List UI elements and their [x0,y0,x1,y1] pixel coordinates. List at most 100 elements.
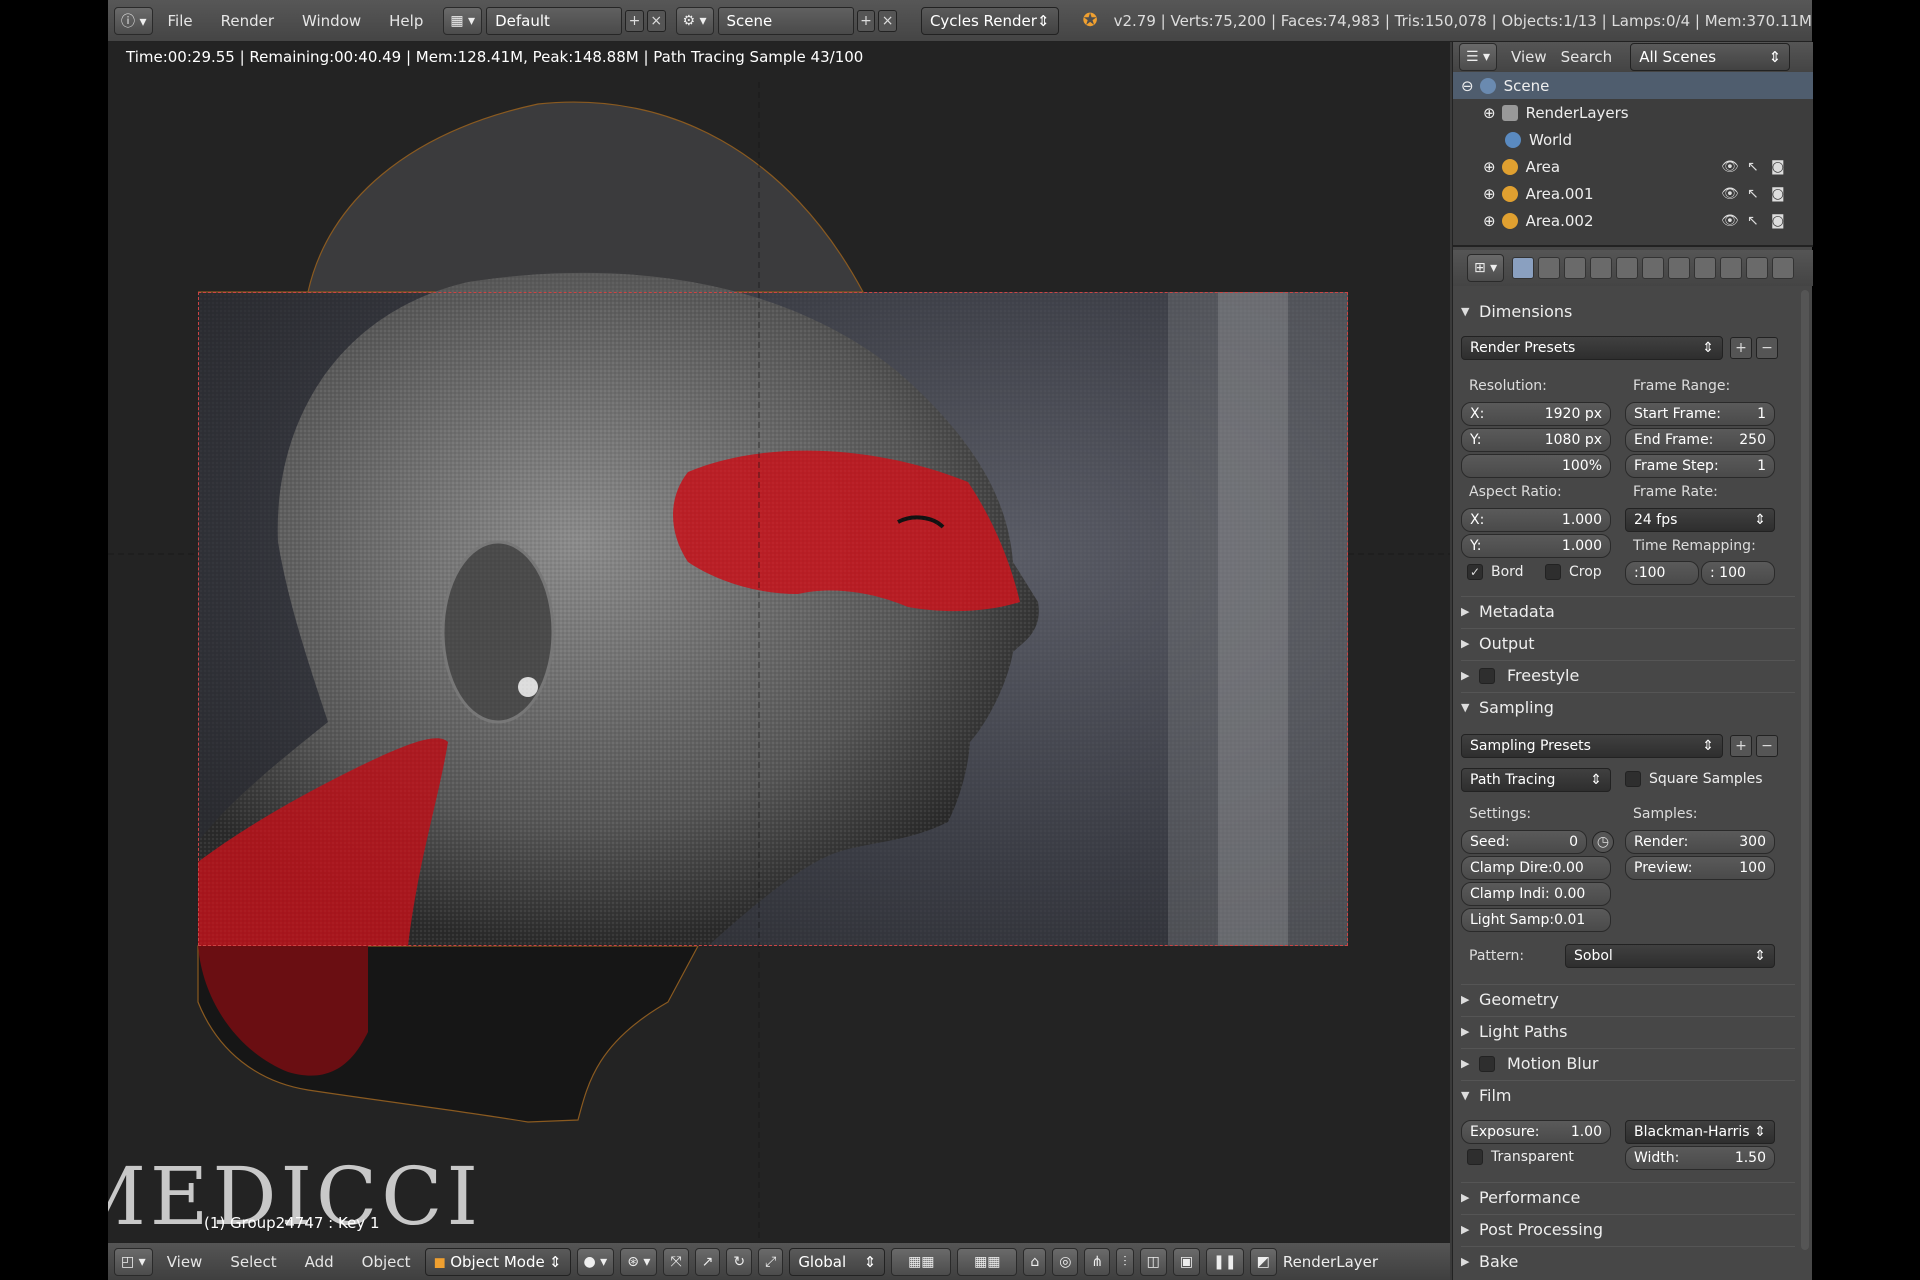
render-layers-tab-icon[interactable] [1538,257,1561,279]
panel-sampling-header[interactable]: ▼ Sampling [1461,692,1795,722]
aspect-x-field[interactable]: X: 1.000 [1461,508,1611,532]
editor-type-properties-icon[interactable]: ⊞ ▾ [1467,254,1505,282]
render-samples-field[interactable]: Render: 300 [1625,830,1775,854]
pixel-filter-select[interactable]: Blackman-Harris ⇕ [1625,1120,1775,1144]
remove-scene-icon[interactable]: × [878,9,897,32]
renderlayer-icon[interactable]: ◩ [1249,1247,1277,1276]
material-tab-icon[interactable] [1720,257,1743,279]
render-tab-icon[interactable] [1512,257,1535,279]
viewport-shading-icon[interactable]: ● ▾ [576,1247,615,1276]
translate-icon[interactable]: ↗ [694,1247,721,1276]
panel-motion-blur-header[interactable]: ▶ Motion Blur [1461,1048,1795,1078]
manipulator-icon[interactable]: ⤧ [663,1247,689,1276]
panel-geometry-header[interactable]: ▶ Geometry [1461,984,1795,1014]
renderlayer-label[interactable]: RenderLayer [1283,1253,1378,1271]
3d-viewport[interactable]: Time:00:29.55 | Remaining:00:40.49 | Mem… [108,42,1450,1242]
outliner-view-menu[interactable]: View [1511,48,1547,66]
light-sampling-threshold-field[interactable]: Light Samp:0.01 [1461,908,1611,932]
preview-samples-field[interactable]: Preview: 100 [1625,856,1775,880]
snap-element-icon[interactable]: ⫶ [1116,1247,1134,1276]
remove-preset-icon[interactable]: − [1756,337,1778,359]
panel-bake-header[interactable]: ▶ Bake [1461,1246,1795,1276]
menu-select[interactable]: Select [230,1253,276,1271]
editor-type-info-icon[interactable]: ⓘ ▾ [114,6,154,35]
resolution-x-field[interactable]: X: 1920 px [1461,402,1611,426]
data-tab-icon[interactable] [1694,257,1717,279]
panel-performance-header[interactable]: ▶ Performance [1461,1182,1795,1212]
transform-orientation-select[interactable]: Global ⇕ [789,1247,886,1276]
select-cursor-icon[interactable]: ↖ [1747,159,1759,175]
add-preset-icon[interactable]: + [1730,337,1752,359]
particles-tab-icon[interactable] [1772,257,1795,279]
menu-render[interactable]: Render [221,12,274,30]
visibility-eye-icon[interactable]: 👁 [1721,213,1739,229]
panel-freestyle-header[interactable]: ▶ Freestyle [1461,660,1795,690]
world-tab-icon[interactable] [1590,257,1613,279]
render-image-icon[interactable]: ◫ [1139,1247,1167,1276]
rotate-icon[interactable]: ↻ [726,1247,753,1276]
transparent-checkbox[interactable]: Transparent [1467,1149,1574,1165]
select-cursor-icon[interactable]: ↖ [1747,186,1759,202]
layout-name-field[interactable]: Default [486,6,623,35]
sampling-presets-select[interactable]: Sampling Presets ⇕ [1461,734,1723,758]
panel-light-paths-header[interactable]: ▶ Light Paths [1461,1016,1795,1046]
layers-grid-icon[interactable]: ▦▦ [891,1247,952,1276]
panel-film-header[interactable]: ▼ Film [1461,1080,1795,1110]
add-layout-icon[interactable]: + [625,9,644,32]
scene-icon[interactable]: ⚙ ▾ [675,6,714,35]
frame-rate-select[interactable]: 24 fps ⇕ [1625,508,1775,532]
outliner-item-area[interactable]: ⊕ Area 👁 ↖ ◙ [1453,153,1813,180]
add-scene-icon[interactable]: + [856,9,876,32]
editor-type-3dview-icon[interactable]: ◰ ▾ [114,1247,153,1276]
pattern-select[interactable]: Sobol ⇕ [1565,944,1775,968]
add-sampling-preset-icon[interactable]: + [1730,735,1752,757]
time-remap-new-field[interactable]: : 100 [1701,561,1775,585]
remove-layout-icon[interactable]: × [646,9,666,32]
scene-name-field[interactable]: Scene [717,6,854,35]
frame-step-field[interactable]: Frame Step: 1 [1625,454,1775,478]
object-tab-icon[interactable] [1616,257,1639,279]
outliner-search-menu[interactable]: Search [1561,48,1613,66]
proportional-edit-icon[interactable]: ◎ [1052,1247,1079,1276]
select-cursor-icon[interactable]: ↖ [1747,213,1759,229]
remove-sampling-preset-icon[interactable]: − [1756,735,1778,757]
outliner-item-renderlayers[interactable]: ⊕ RenderLayers [1453,99,1813,126]
resolution-y-field[interactable]: Y: 1080 px [1461,428,1611,452]
clamp-direct-field[interactable]: Clamp Dire:0.00 [1461,856,1611,880]
square-samples-checkbox[interactable]: Square Samples [1625,771,1763,787]
screen-layout-icon[interactable]: ▦ ▾ [443,6,483,35]
end-frame-field[interactable]: End Frame: 250 [1625,428,1775,452]
panel-output-header[interactable]: ▶ Output [1461,628,1795,658]
render-engine-select[interactable]: Cycles Render ⇕ [920,6,1059,35]
outliner-item-world[interactable]: World [1453,126,1813,153]
resolution-percentage-field[interactable]: 100% [1461,454,1611,478]
aspect-y-field[interactable]: Y: 1.000 [1461,534,1611,558]
filter-width-field[interactable]: Width: 1.50 [1625,1146,1775,1170]
render-presets-select[interactable]: Render Presets ⇕ [1461,336,1723,360]
snap-icon[interactable]: ⋔ [1084,1247,1111,1276]
properties-scrollbar[interactable] [1801,290,1809,1250]
border-checkbox[interactable]: ✓ Bord [1467,564,1524,580]
clamp-indirect-field[interactable]: Clamp Indi: 0.00 [1461,882,1611,906]
outliner-item-area-001[interactable]: ⊕ Area.001 👁 ↖ ◙ [1453,180,1813,207]
pause-icon[interactable]: ❚❚ [1206,1247,1244,1276]
visibility-eye-icon[interactable]: 👁 [1721,159,1739,175]
animated-seed-clock-icon[interactable]: ◷ [1592,831,1614,853]
panel-post-processing-header[interactable]: ▶ Post Processing [1461,1214,1795,1244]
render-camera-icon[interactable]: ◙ [1771,213,1785,229]
modifiers-tab-icon[interactable] [1668,257,1691,279]
layers-grid-2-icon[interactable]: ▦▦ [957,1247,1018,1276]
constraints-tab-icon[interactable] [1642,257,1665,279]
menu-object[interactable]: Object [362,1253,411,1271]
outliner-item-scene[interactable]: ⊖ Scene [1453,72,1813,99]
pivot-point-icon[interactable]: ⊛ ▾ [620,1247,658,1276]
panel-dimensions-header[interactable]: ▼ Dimensions [1461,296,1795,326]
crop-checkbox[interactable]: Crop [1545,564,1602,580]
texture-tab-icon[interactable] [1746,257,1769,279]
start-frame-field[interactable]: Start Frame: 1 [1625,402,1775,426]
render-anim-icon[interactable]: ▣ [1172,1247,1201,1276]
menu-window[interactable]: Window [302,12,361,30]
outliner-item-area-002[interactable]: ⊕ Area.002 👁 ↖ ◙ [1453,207,1813,234]
scene-tab-icon[interactable] [1564,257,1587,279]
display-mode-select[interactable]: All Scenes ⇕ [1630,43,1791,71]
